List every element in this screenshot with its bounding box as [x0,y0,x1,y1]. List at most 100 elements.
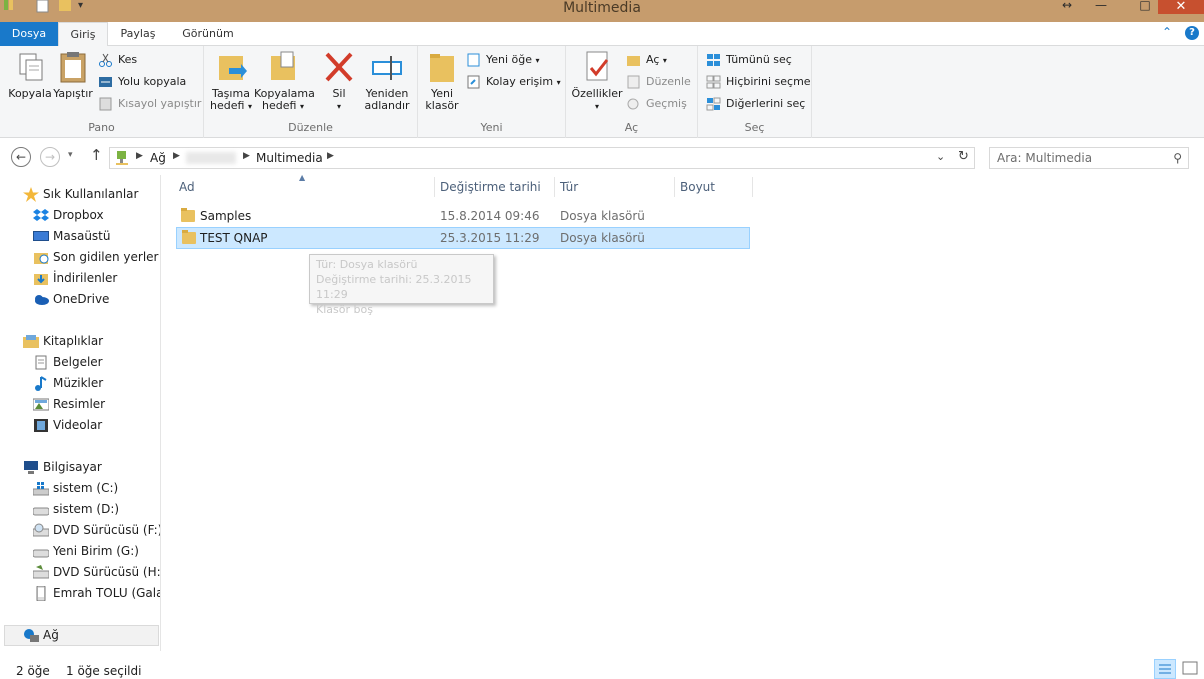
resize-icon[interactable]: ↔ [1052,0,1082,14]
nav-pictures[interactable]: Resimler [32,394,105,415]
address-bar[interactable]: ▶ Ağ ▶ ▶ Multimedia ▶ ⌄ ↻ [109,147,975,169]
folder-icon [182,230,196,244]
open-button[interactable]: Aç ▾ [626,50,667,70]
nav-network[interactable]: Ağ [24,625,59,646]
nav-recent-places[interactable]: Son gidilen yerler [34,247,159,268]
nav-network-label: Ağ [43,628,59,642]
network-icon [114,150,130,166]
nav-desktop[interactable]: Masaüstü [33,226,110,247]
search-input[interactable]: Ara: Multimedia ⚲ [989,147,1189,169]
column-divider[interactable] [674,177,675,197]
column-header-date[interactable]: Değiştirme tarihi [440,175,541,199]
nav-downloads[interactable]: İndirilenler [34,268,117,289]
new-folder-button[interactable]: Yeni klasör [424,50,460,112]
nav-videos[interactable]: Videolar [34,415,102,436]
file-tooltip: Tür: Dosya klasörü Değiştirme tarihi: 25… [309,254,494,316]
window-title: Multimedia [563,0,641,16]
select-none-icon [706,75,721,89]
up-button[interactable]: ↑ [90,146,103,164]
crumb-network[interactable]: Ağ [150,151,166,165]
nav-favorites[interactable]: Sık Kullanılanlar [23,184,139,205]
blurred-host-crumb[interactable] [186,152,236,164]
collapse-ribbon-icon[interactable]: ⌃ [1162,25,1172,39]
file-row-selected[interactable]: TEST QNAP 25.3.2015 11:29 Dosya klasörü [176,227,750,249]
crumb-multimedia[interactable]: Multimedia [256,151,323,165]
nav-drive-h[interactable]: DVD Sürücüsü (H:) II [32,562,161,583]
large-icons-view-icon[interactable] [1180,659,1200,679]
refresh-icon[interactable]: ↻ [958,149,969,164]
cut-button[interactable]: Kes [98,50,137,70]
tab-file[interactable]: Dosya [0,22,58,46]
nav-onedrive[interactable]: OneDrive [35,289,109,310]
properties-button[interactable]: Özellikler ▾ [570,50,624,113]
help-icon[interactable]: ? [1185,26,1199,40]
new-item-button[interactable]: Yeni öğe ▾ [466,50,540,70]
forward-button[interactable]: → [40,147,60,167]
history-button[interactable]: Geçmiş [626,94,687,114]
group-select: Tümünü seç Hiçbirini seçme Diğerlerini s… [698,46,812,138]
copy-to-button[interactable]: Kopyalama hedefi ▾ [254,50,315,113]
nav-drive-g[interactable]: Yeni Birim (G:) [32,541,139,562]
column-divider[interactable] [554,177,555,197]
nav-documents[interactable]: Belgeler [35,352,103,373]
select-all-button[interactable]: Tümünü seç [706,50,792,70]
tab-share[interactable]: Paylaş [110,22,166,46]
music-note-icon [33,376,49,391]
folder-icon [181,208,195,222]
crumb-separator-icon: ▶ [243,151,250,161]
column-divider[interactable] [752,177,753,197]
column-divider[interactable] [434,177,435,197]
easy-access-button[interactable]: Kolay erişim ▾ [466,72,561,92]
search-icon[interactable]: ⚲ [1173,148,1182,168]
maximize-button[interactable]: □ [1130,0,1160,14]
delete-button[interactable]: Sil ▾ [320,50,358,113]
edit-button[interactable]: Düzenle [626,72,691,92]
nav-computer[interactable]: Bilgisayar [24,457,102,478]
close-button[interactable]: ✕ [1158,0,1204,14]
crumb-separator-icon: ▶ [327,151,334,161]
nav-item-label: Dropbox [53,208,104,222]
paste-shortcut-button[interactable]: Kısayol yapıştır [98,94,201,114]
invert-selection-label: Diğerlerini seç [726,97,806,110]
search-placeholder: Ara: Multimedia [997,151,1093,165]
tab-home[interactable]: Giriş [58,22,108,47]
copy-path-button[interactable]: Yolu kopyala [98,72,186,92]
details-view-icon[interactable] [1154,659,1176,679]
nav-item-label: Müzikler [53,376,104,390]
file-name: TEST QNAP [200,231,268,245]
properties-label: Özellikler [571,87,623,100]
address-dropdown-icon[interactable]: ⌄ [936,150,945,163]
invert-selection-icon [706,97,721,111]
column-header-name[interactable]: Ad [179,175,195,199]
column-header-type[interactable]: Tür [560,175,578,199]
nav-libraries[interactable]: Kitaplıklar [23,331,103,352]
nav-item-label: DVD Sürücüsü (H:) II [53,565,161,579]
nav-drive-d[interactable]: sistem (D:) [32,499,119,520]
nav-phone-device[interactable]: Emrah TOLU (Galaxy [36,583,160,604]
column-header-size[interactable]: Boyut [680,175,715,199]
paste-label: Yapıştır [53,87,93,100]
delete-x-icon [323,50,355,84]
nav-music[interactable]: Müzikler [35,373,104,394]
move-to-button[interactable]: Taşıma hedefi ▾ [208,50,254,113]
file-row[interactable]: Samples 15.8.2014 09:46 Dosya klasörü [176,206,750,228]
tab-view[interactable]: Görünüm [170,22,246,46]
title-bar: ▾ Multimedia ↔ — □ ✕ [0,0,1204,22]
copy-button[interactable]: Kopyala [8,50,52,100]
invert-selection-button[interactable]: Diğerlerini seç [706,94,805,114]
rename-button[interactable]: Yeniden adlandır [362,50,412,112]
nav-favorites-label: Sık Kullanılanlar [43,187,139,201]
nav-dropbox[interactable]: Dropbox [33,205,104,226]
paste-button[interactable]: Yapıştır [52,50,94,100]
nav-drive-f[interactable]: DVD Sürücüsü (F:) G [32,520,160,541]
minimize-button[interactable]: — [1086,0,1116,14]
nav-drive-c[interactable]: sistem (C:) [32,478,118,499]
dropbox-icon [33,208,49,223]
edit-label: Düzenle [646,75,691,88]
copy-to-icon [267,50,299,84]
select-none-button[interactable]: Hiçbirini seçme [706,72,811,92]
selection-count: 1 öğe seçildi [66,664,142,678]
back-button[interactable]: ← [11,147,31,167]
dvd-drive-icon [32,565,50,580]
recent-locations-chevron-icon[interactable]: ▾ [68,150,73,160]
